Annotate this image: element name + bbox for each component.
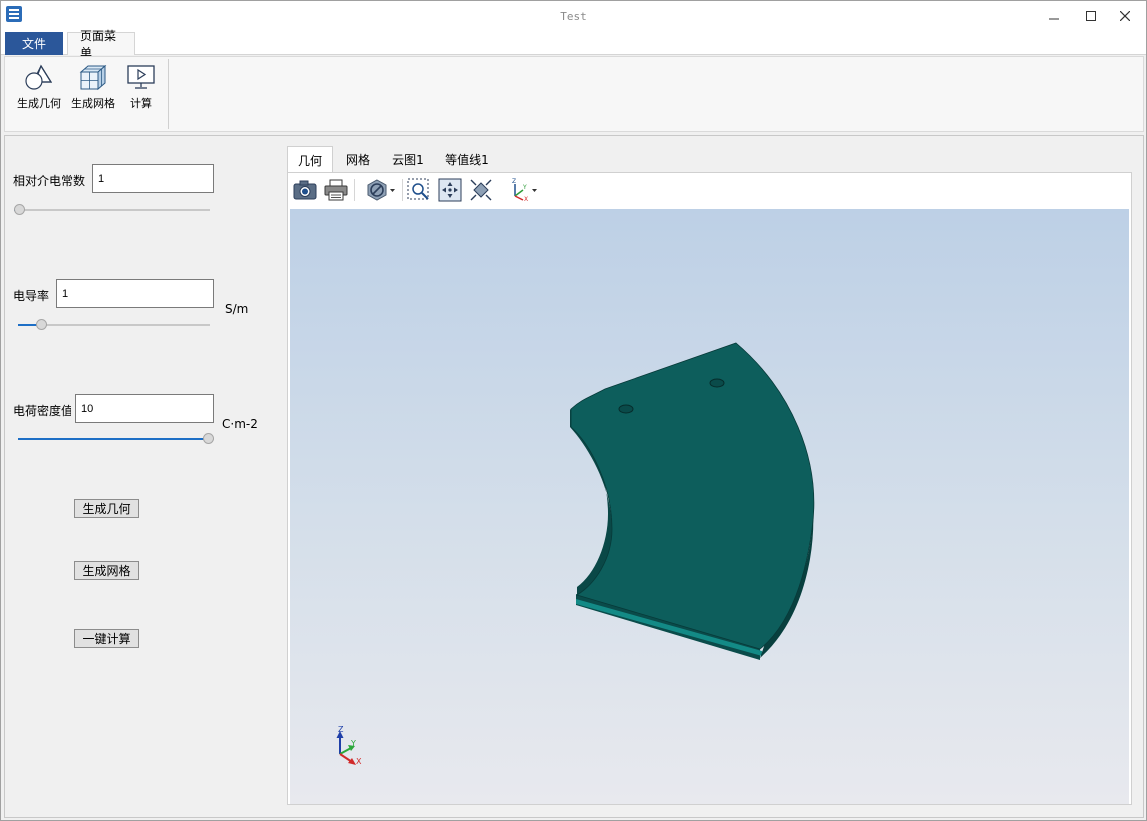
slider-thumb[interactable] <box>14 204 25 215</box>
ribbon-generate-geometry-label: 生成几何 <box>17 97 61 110</box>
minimize-button[interactable] <box>1037 1 1071 31</box>
model-hole <box>618 404 634 414</box>
model-hole <box>709 378 725 388</box>
app-window: Test 文件 页面菜单 生成几何 生成网格 计算 相对介电常数 1 电导率 1… <box>0 0 1147 821</box>
model-top-face <box>570 342 815 650</box>
view-direction-icon <box>470 179 492 201</box>
charge-density-unit: C·m-2 <box>222 417 258 431</box>
print-icon <box>324 179 348 201</box>
camera-icon <box>293 180 317 200</box>
conductivity-input[interactable]: 1 <box>56 279 214 308</box>
triad-x-label: X <box>356 757 362 766</box>
slider-fill <box>18 438 208 440</box>
print-button[interactable] <box>323 178 349 202</box>
charge-density-label: 电荷密度值 <box>13 404 71 418</box>
conductivity-slider[interactable] <box>18 318 210 332</box>
3d-render-canvas[interactable]: Z Y X <box>290 209 1129 804</box>
minimize-icon <box>1049 18 1059 20</box>
title-bar: Test <box>1 1 1146 31</box>
generate-geometry-button[interactable]: 生成几何 <box>74 499 139 518</box>
triad-y-label: Y <box>350 739 356 748</box>
display-mode-dropdown[interactable] <box>364 178 398 202</box>
3d-viewer: Z Y X Z Y X <box>287 172 1132 805</box>
svg-text:X: X <box>524 196 528 202</box>
triad-y-axis <box>339 747 352 755</box>
fit-view-button[interactable] <box>437 178 463 202</box>
close-icon <box>1120 11 1130 21</box>
tab-geometry[interactable]: 几何 <box>287 146 333 173</box>
triad-z-label: Z <box>338 725 344 734</box>
maximize-icon <box>1086 11 1096 21</box>
ribbon-panel: 生成几何 生成网格 计算 <box>4 56 1144 132</box>
zoom-box-icon <box>407 178 429 200</box>
permittivity-input[interactable]: 1 <box>92 164 214 193</box>
window-title: Test <box>560 10 587 23</box>
permittivity-label: 相对介电常数 <box>13 174 86 188</box>
display-mode-icon <box>367 179 395 201</box>
conductivity-unit: S/m <box>225 302 249 316</box>
slider-track <box>14 209 210 211</box>
ribbon-generate-mesh-label: 生成网格 <box>71 97 115 110</box>
mesh-cube-icon <box>79 64 107 91</box>
ribbon-tab-bar: 文件 页面菜单 <box>1 29 1146 60</box>
geometry-model: Z Y X <box>336 342 815 766</box>
tab-contour-map[interactable]: 云图1 <box>385 146 431 173</box>
viewer-toolbar: Z Y X <box>288 173 1131 208</box>
ribbon-generate-geometry-button[interactable]: 生成几何 <box>13 63 65 113</box>
orientation-triad: Z Y X <box>336 725 362 766</box>
viewer-tab-bar: 几何 网格 云图1 等值线1 <box>287 146 1132 173</box>
geometry-shapes-icon <box>25 64 53 90</box>
fit-view-icon <box>438 178 462 202</box>
svg-text:Y: Y <box>522 184 527 191</box>
main-area: 相对介电常数 1 电导率 1 S/m 电荷密度值 10 C·m-2 生成几何 生… <box>4 135 1144 818</box>
svg-text:Z: Z <box>512 178 516 185</box>
one-click-compute-button[interactable]: 一键计算 <box>74 629 139 648</box>
permittivity-slider[interactable] <box>14 203 210 217</box>
slider-thumb[interactable] <box>36 319 47 330</box>
tab-file[interactable]: 文件 <box>5 32 63 55</box>
zoom-box-button[interactable] <box>406 178 432 202</box>
conductivity-label: 电导率 <box>13 289 50 303</box>
close-button[interactable] <box>1108 1 1142 31</box>
ribbon-compute-button[interactable]: 计算 <box>117 63 165 113</box>
tab-mesh[interactable]: 网格 <box>337 146 379 173</box>
axis-orientation-dropdown[interactable]: Z Y X <box>506 178 540 202</box>
charge-density-input[interactable]: 10 <box>75 394 214 423</box>
ribbon-generate-mesh-button[interactable]: 生成网格 <box>67 63 119 113</box>
view-direction-button[interactable] <box>468 178 494 202</box>
maximize-button[interactable] <box>1074 1 1108 31</box>
toolbar-separator <box>354 179 355 201</box>
monitor-play-icon <box>127 65 155 89</box>
toolbar-separator <box>402 179 403 201</box>
screenshot-button[interactable] <box>292 178 318 202</box>
tab-isolines[interactable]: 等值线1 <box>439 146 495 173</box>
ribbon-separator <box>168 59 169 129</box>
charge-density-slider[interactable] <box>18 432 214 446</box>
ribbon-compute-label: 计算 <box>130 97 152 110</box>
tab-page-menu[interactable]: 页面菜单 <box>67 29 135 60</box>
slider-thumb[interactable] <box>203 433 214 444</box>
axis-orientation-icon: Z Y X <box>512 178 537 202</box>
generate-mesh-button[interactable]: 生成网格 <box>74 561 139 580</box>
